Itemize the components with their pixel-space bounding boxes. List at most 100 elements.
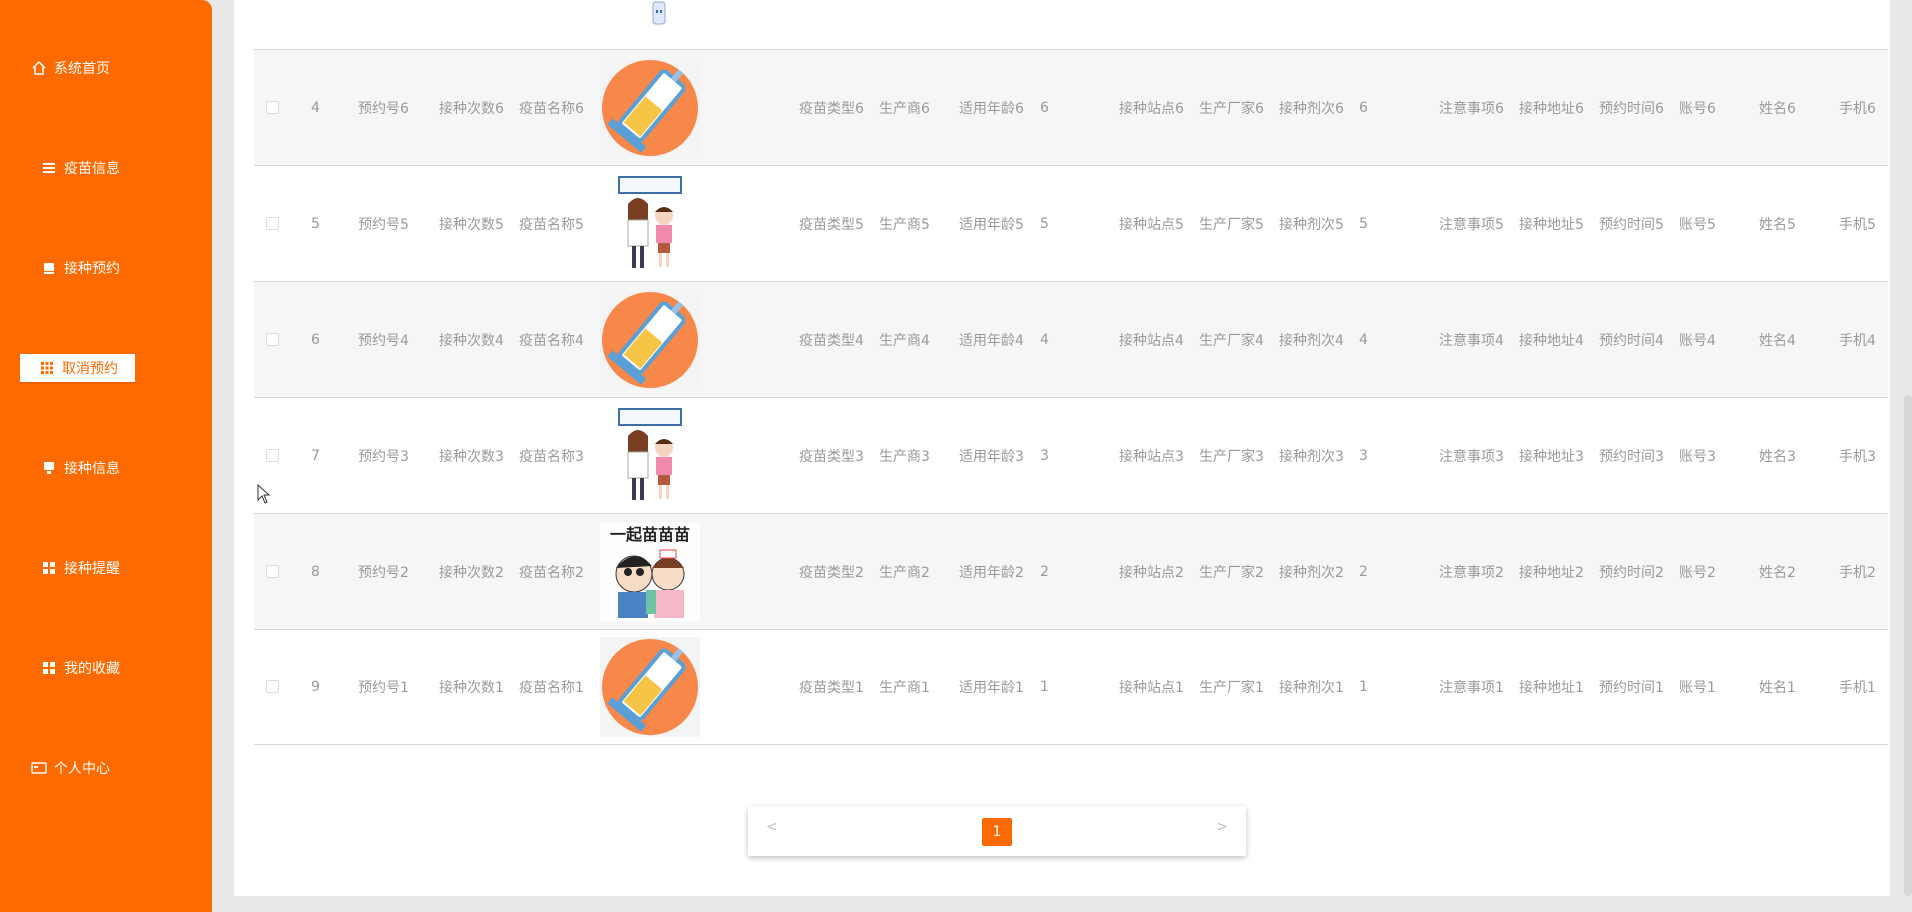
cell-maker: 生产商5 <box>879 216 930 233</box>
cell-factory: 生产厂家4 <box>1199 332 1264 349</box>
row-checkbox[interactable] <box>266 448 279 462</box>
cell-site: 接种站点6 <box>1119 100 1184 117</box>
cell-notes: 注意事项6 <box>1439 100 1504 117</box>
cell-notes: 注意事项3 <box>1439 448 1504 465</box>
table-row[interactable]: 5 预约号5 接种次数5 疫苗名称5 疫苗类型5 生产商5 适用年龄5 5 接种站点5 生产厂家5… <box>254 165 1888 281</box>
sidebar-item-vaccination-info[interactable]: 接种信息 <box>40 453 210 483</box>
cell-factory: 生产厂家5 <box>1199 216 1264 233</box>
cell-vaccine-type: 疫苗类型2 <box>799 564 864 581</box>
cell-index: 4 <box>311 99 320 116</box>
row-checkbox[interactable] <box>266 680 279 693</box>
table-row[interactable]: 7 预约号3 接种次数3 疫苗名称3 疫苗类型3 生产商3 适用年龄3 3 接种站点3 生产厂家3… <box>254 397 1888 513</box>
syringe-image <box>598 635 702 739</box>
row-checkbox[interactable] <box>266 332 279 346</box>
clipboard-icon <box>40 459 58 477</box>
cell-phone: 手机3 <box>1839 448 1876 465</box>
svg-text:一起苗苗苗: 一起苗苗苗 <box>610 525 690 544</box>
cell-address: 接种地址2 <box>1519 564 1584 581</box>
cell-batch-label: 接种剂次6 <box>1279 100 1344 117</box>
cell-maker: 生产商4 <box>879 332 930 349</box>
cell-time: 预约时间5 <box>1599 216 1664 233</box>
mouse-cursor-icon <box>257 484 271 504</box>
cell-site: 接种站点2 <box>1119 564 1184 581</box>
prev-page-button[interactable]: < <box>766 819 778 835</box>
row-checkbox[interactable] <box>266 100 279 114</box>
sidebar-item-label: 我的收藏 <box>64 661 120 677</box>
sidebar-item-favorites[interactable]: 我的收藏 <box>40 653 210 683</box>
cell-num: 5 <box>1040 215 1049 232</box>
page-button-current[interactable]: 1 <box>982 818 1012 846</box>
vaccination-cartoon-image <box>598 404 702 508</box>
cell-batch-label: 接种剂次3 <box>1279 448 1344 465</box>
cell-notes: 注意事项5 <box>1439 216 1504 233</box>
table-row[interactable]: 6 预约号4 接种次数4 疫苗名称4 疫苗类型4 生产商4 适用年龄4 4 接种站点4 生产厂家4… <box>254 281 1888 397</box>
cell-phone: 手机1 <box>1839 680 1876 696</box>
cell-account: 账号6 <box>1679 100 1716 117</box>
sidebar: 系统首页 疫苗信息 接种预约 取消预约 接种信息 接种提醒 我的收藏 个人中心 <box>0 0 212 912</box>
sidebar-item-vaccine-info[interactable]: 疫苗信息 <box>40 153 210 183</box>
cell-vaccine-name: 疫苗名称3 <box>519 448 584 465</box>
scrollbar[interactable] <box>1904 395 1912 896</box>
cell-booking-no: 预约号4 <box>358 332 409 349</box>
cell-batch: 2 <box>1359 563 1368 580</box>
cell-index: 6 <box>311 331 320 348</box>
cell-age: 适用年龄1 <box>959 680 1024 696</box>
cell-site: 接种站点3 <box>1119 448 1184 465</box>
cell-time: 预约时间3 <box>1599 448 1664 465</box>
cell-factory: 生产厂家1 <box>1199 680 1264 696</box>
table-row[interactable]: 9 预约号1 接种次数1 疫苗名称1 疫苗类型1 生产商1 适用年龄1 1 接种站点1 生产厂家1… <box>254 629 1888 745</box>
sidebar-item-booking[interactable]: 接种预约 <box>40 253 210 283</box>
row-checkbox[interactable] <box>266 564 279 578</box>
cell-maker: 生产商2 <box>879 564 930 581</box>
cell-batch-label: 接种剂次1 <box>1279 680 1344 696</box>
grid-icon <box>40 559 58 577</box>
cell-vaccine-type: 疫苗类型6 <box>799 100 864 117</box>
sidebar-item-profile[interactable]: 个人中心 <box>30 753 210 783</box>
cell-maker: 生产商6 <box>879 100 930 117</box>
cell-address: 接种地址1 <box>1519 680 1584 696</box>
cell-factory: 生产厂家6 <box>1199 100 1264 117</box>
cell-index: 8 <box>311 563 320 580</box>
row-checkbox[interactable] <box>266 216 279 230</box>
table-row[interactable]: 8 预约号2 接种次数2 疫苗名称2 疫苗类型2 生产商2 适用年龄2 2 接种站点2 生产厂家2… <box>254 513 1888 629</box>
cartoon-kids-image: 一起苗苗苗 <box>598 520 702 624</box>
table-row[interactable]: 4 预约号6 接种次数6 疫苗名称6 疫苗类型6 生产商6 适用年龄6 6 接种站点6 生产厂家6… <box>254 49 1888 165</box>
cell-booking-no: 预约号5 <box>358 216 409 233</box>
sidebar-item-home[interactable]: 系统首页 <box>30 53 210 83</box>
cell-batch: 5 <box>1359 215 1368 232</box>
cell-maker: 生产商1 <box>879 680 930 696</box>
cell-account: 账号3 <box>1679 448 1716 465</box>
cell-num: 6 <box>1040 99 1049 116</box>
cell-booking-no: 预约号2 <box>358 564 409 581</box>
cell-age: 适用年龄5 <box>959 216 1024 233</box>
vaccine-bottle-icon <box>652 1 666 25</box>
cell-phone: 手机2 <box>1839 564 1876 581</box>
cell-factory: 生产厂家2 <box>1199 564 1264 581</box>
cell-dose-count: 接种次数2 <box>439 564 504 581</box>
cell-num: 3 <box>1040 447 1049 464</box>
cell-phone: 手机4 <box>1839 332 1876 349</box>
sidebar-item-reminder[interactable]: 接种提醒 <box>40 553 210 583</box>
cell-num: 2 <box>1040 563 1049 580</box>
sidebar-item-cancel-booking[interactable]: 取消预约 <box>0 353 212 383</box>
sidebar-item-label: 疫苗信息 <box>64 161 120 177</box>
cell-address: 接种地址5 <box>1519 216 1584 233</box>
cell-vaccine-type: 疫苗类型3 <box>799 448 864 465</box>
cell-age: 适用年龄3 <box>959 448 1024 465</box>
cell-num: 4 <box>1040 331 1049 348</box>
next-page-button[interactable]: > <box>1216 819 1228 835</box>
cell-phone: 手机5 <box>1839 216 1876 233</box>
cell-notes: 注意事项4 <box>1439 332 1504 349</box>
cell-dose-count: 接种次数3 <box>439 448 504 465</box>
cell-address: 接种地址4 <box>1519 332 1584 349</box>
cell-dose-count: 接种次数4 <box>439 332 504 349</box>
cell-vaccine-type: 疫苗类型4 <box>799 332 864 349</box>
cell-time: 预约时间6 <box>1599 100 1664 117</box>
cell-booking-no: 预约号1 <box>358 680 409 696</box>
cell-batch: 3 <box>1359 447 1368 464</box>
cell-age: 适用年龄2 <box>959 564 1024 581</box>
cell-time: 预约时间2 <box>1599 564 1664 581</box>
cell-phone: 手机6 <box>1839 100 1876 117</box>
active-pill: 取消预约 <box>20 354 135 382</box>
cell-factory: 生产厂家3 <box>1199 448 1264 465</box>
